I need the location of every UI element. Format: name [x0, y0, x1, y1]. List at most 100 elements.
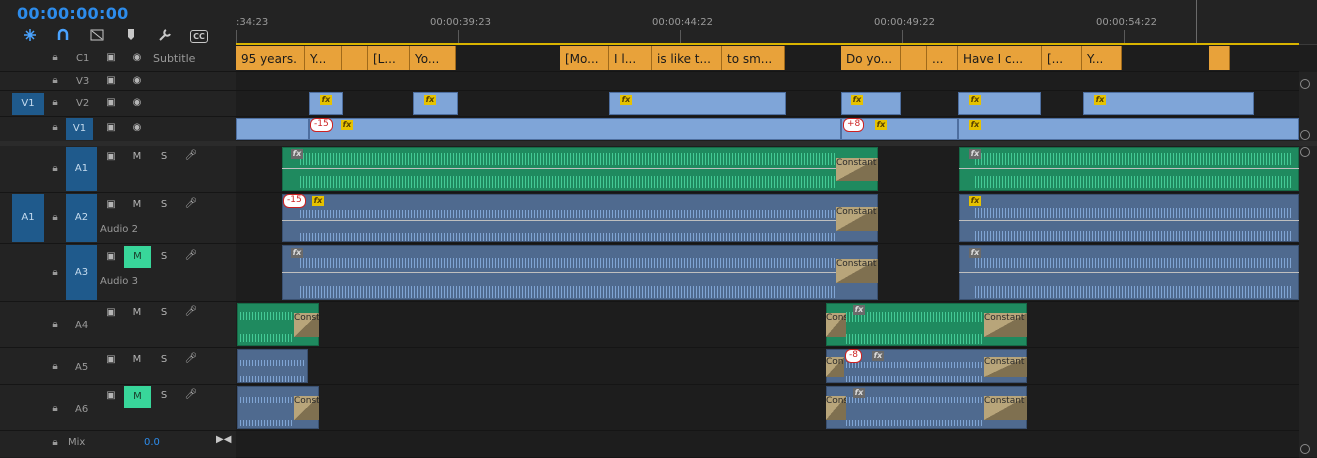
mute-button[interactable]: M — [130, 354, 144, 365]
video-clip[interactable] — [1083, 92, 1254, 115]
snap-icon[interactable] — [21, 28, 39, 44]
fx-badge[interactable]: fx — [291, 149, 303, 159]
track-target-v1[interactable]: V1 — [66, 118, 93, 140]
caption-clip[interactable] — [342, 46, 368, 70]
caption-clip[interactable]: is like t... — [652, 46, 722, 70]
scroll-handle-bottom[interactable] — [1300, 444, 1310, 454]
linked-selection-icon[interactable] — [54, 28, 72, 44]
fx-badge[interactable]: fx — [341, 120, 353, 130]
lock-icon[interactable]: 🔒︎ — [50, 213, 60, 223]
lock-icon[interactable]: 🔒︎ — [50, 164, 60, 174]
fx-badge[interactable]: fx — [853, 305, 865, 315]
scroll-handle-top[interactable] — [1300, 147, 1310, 157]
fx-badge[interactable]: fx — [620, 95, 632, 105]
fx-badge[interactable]: fx — [875, 120, 887, 130]
volume-line[interactable] — [959, 220, 1299, 221]
source-patch-v1[interactable]: V1 — [12, 93, 44, 115]
sync-lock-icon[interactable]: ▣ — [104, 52, 118, 63]
volume-line[interactable] — [282, 220, 878, 221]
caption-clip[interactable]: [... — [1042, 46, 1082, 70]
sync-lock-icon[interactable]: ▣ — [104, 97, 118, 108]
caption-clip[interactable]: [L... — [368, 46, 410, 70]
eye-icon[interactable]: ◉ — [130, 75, 144, 86]
transition-clip[interactable]: Constant Power — [294, 396, 319, 420]
scroll-handle-bottom[interactable] — [1300, 130, 1310, 140]
track-lane-a6[interactable] — [236, 385, 1299, 431]
caption-clip[interactable]: Y... — [1082, 46, 1122, 70]
transition-clip[interactable]: Cons — [826, 313, 846, 337]
add-marker-icon[interactable] — [122, 28, 140, 44]
sync-offset-badge[interactable]: -15 — [310, 118, 333, 132]
transition-clip[interactable]: Cons — [826, 357, 844, 377]
mute-button[interactable]: M — [130, 199, 144, 210]
sync-lock-icon[interactable]: ▣ — [104, 390, 118, 401]
mute-button[interactable]: M — [130, 307, 144, 318]
caption-clip[interactable]: Yo... — [410, 46, 456, 70]
lock-icon[interactable]: 🔒︎ — [50, 76, 60, 86]
solo-button[interactable]: S — [157, 354, 171, 365]
video-clip[interactable] — [309, 118, 841, 140]
lock-icon[interactable]: 🔒︎ — [50, 98, 60, 108]
lock-icon[interactable]: 🔒︎ — [50, 268, 60, 278]
fx-badge[interactable]: fx — [291, 248, 303, 258]
lock-icon[interactable]: 🔒︎ — [50, 320, 60, 330]
caption-clip[interactable]: to sm... — [722, 46, 785, 70]
lock-icon[interactable]: 🔒︎ — [50, 404, 60, 414]
microphone-icon[interactable]: 🎤︎ — [184, 198, 198, 209]
fx-badge[interactable]: fx — [320, 95, 332, 105]
track-lane-a5[interactable] — [236, 348, 1299, 385]
wrench-icon[interactable] — [156, 28, 174, 44]
fx-badge[interactable]: fx — [969, 196, 981, 206]
caption-clip[interactable]: Y... — [305, 46, 342, 70]
eye-icon[interactable]: ◉ — [130, 122, 144, 133]
solo-button[interactable]: S — [157, 390, 171, 401]
caption-clip[interactable]: Do yo... — [841, 46, 901, 70]
transition-clip[interactable]: Constant Power — [836, 259, 878, 283]
fx-badge[interactable]: fx — [853, 388, 865, 398]
source-patch-a1[interactable]: A1 — [12, 194, 44, 242]
lock-icon[interactable]: 🔒︎ — [50, 362, 60, 372]
fx-badge[interactable]: fx — [1094, 95, 1106, 105]
lock-icon[interactable]: 🔒︎ — [50, 438, 60, 448]
mute-button[interactable]: M — [124, 386, 151, 408]
sync-lock-icon[interactable]: ▣ — [104, 75, 118, 86]
captions-icon[interactable]: CC — [190, 30, 208, 43]
volume-line[interactable] — [282, 168, 878, 169]
microphone-icon[interactable]: 🎤︎ — [184, 389, 198, 400]
sync-lock-icon[interactable]: ▣ — [104, 199, 118, 210]
audio-scrollbar[interactable] — [1299, 146, 1317, 457]
transition-clip[interactable]: Constant Power — [984, 357, 1027, 377]
video-clip[interactable] — [236, 118, 309, 140]
eye-icon[interactable]: ◉ — [130, 52, 144, 63]
fx-badge[interactable]: fx — [969, 149, 981, 159]
caption-clip[interactable]: I l... — [609, 46, 652, 70]
track-lane-a4[interactable] — [236, 302, 1299, 348]
transition-clip[interactable]: Cons — [826, 396, 846, 420]
transition-clip[interactable]: Constant Power — [984, 396, 1027, 420]
volume-line[interactable] — [282, 272, 878, 273]
caption-clip[interactable] — [901, 46, 927, 70]
solo-button[interactable]: S — [157, 307, 171, 318]
transition-clip[interactable]: Constant Power — [836, 158, 878, 181]
solo-button[interactable]: S — [157, 199, 171, 210]
track-target-a3[interactable]: A3 — [66, 245, 97, 300]
transition-clip[interactable]: Constant Power — [984, 313, 1027, 337]
video-clip[interactable] — [958, 118, 1299, 140]
track-target-a2[interactable]: A2 — [66, 194, 97, 242]
scroll-handle-top[interactable] — [1300, 79, 1310, 89]
lock-icon[interactable]: 🔒︎ — [50, 53, 60, 63]
sync-lock-icon[interactable]: ▣ — [104, 307, 118, 318]
fx-badge[interactable]: fx — [969, 120, 981, 130]
lock-icon[interactable]: 🔒︎ — [50, 123, 60, 133]
transition-clip[interactable]: Constant Power — [836, 207, 878, 231]
sync-offset-badge[interactable]: -8 — [845, 349, 862, 363]
sync-lock-icon[interactable]: ▣ — [104, 151, 118, 162]
sync-offset-badge[interactable]: -15 — [283, 194, 306, 208]
mix-volume-value[interactable]: 0.0 — [144, 437, 160, 448]
video-clip[interactable] — [609, 92, 786, 115]
fx-badge[interactable]: fx — [851, 95, 863, 105]
sync-lock-icon[interactable]: ▣ — [104, 354, 118, 365]
fx-badge[interactable]: fx — [424, 95, 436, 105]
playhead[interactable] — [1196, 0, 1197, 44]
transition-clip[interactable]: Constant Power — [294, 313, 319, 337]
